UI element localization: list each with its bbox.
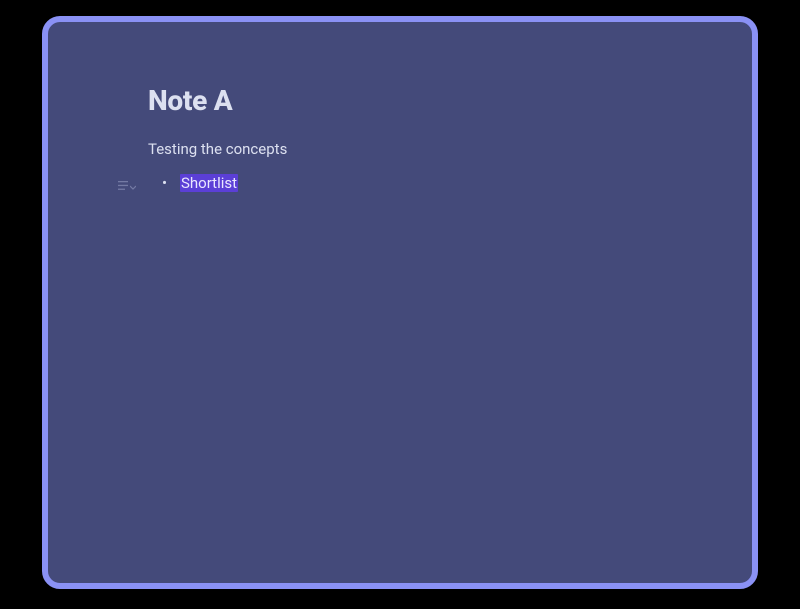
sidebar-toggle-handle[interactable]: [42, 289, 48, 317]
note-editor[interactable]: Note A Testing the concepts: [48, 22, 752, 235]
handle-dot-icon: [44, 295, 47, 298]
note-title[interactable]: Note A: [148, 84, 652, 117]
block-drag-handle[interactable]: [118, 176, 136, 195]
app-frame: Note A Testing the concepts: [42, 16, 758, 589]
handle-dot-icon: [44, 307, 47, 310]
drag-lines-icon: [118, 181, 128, 190]
bullet-list: Shortlist: [148, 172, 652, 195]
highlighted-selection[interactable]: Shortlist: [180, 174, 238, 192]
list-block: Shortlist: [148, 172, 652, 195]
note-paragraph[interactable]: Testing the concepts: [148, 139, 652, 160]
handle-dot-icon: [44, 301, 47, 304]
list-item[interactable]: Shortlist: [180, 172, 652, 195]
chevron-down-icon: [130, 176, 136, 195]
